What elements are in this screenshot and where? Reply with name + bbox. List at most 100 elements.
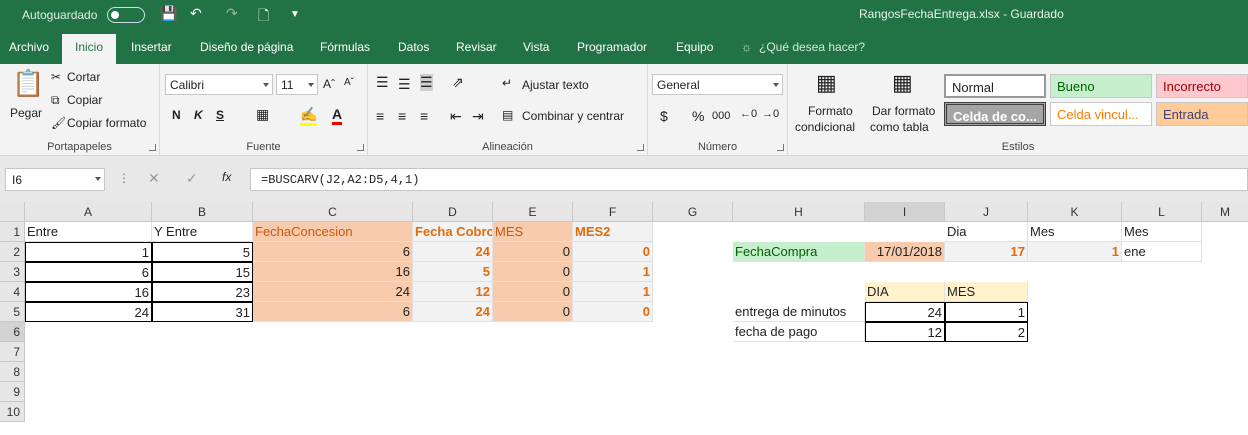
bold-button[interactable]: N xyxy=(172,108,181,122)
cell-b4[interactable]: 23 xyxy=(152,282,253,302)
cell-c5[interactable]: 6 xyxy=(253,302,413,322)
style-check-cell[interactable]: Celda de co... xyxy=(944,102,1046,126)
cell-j6[interactable]: 2 xyxy=(945,322,1028,342)
cell-a3[interactable]: 6 xyxy=(25,262,152,282)
new-file-icon[interactable]: 🗋 xyxy=(258,5,269,29)
increase-indent-icon[interactable]: ⇥ xyxy=(472,108,484,125)
format-painter-icon[interactable]: 🖌 xyxy=(51,116,66,130)
cell-k1[interactable]: Mes xyxy=(1028,222,1122,242)
column-header-i[interactable]: I xyxy=(865,202,945,222)
column-header-a[interactable]: A xyxy=(25,202,152,222)
thousands-button[interactable]: 000 xyxy=(712,110,730,122)
decrease-decimal-icon[interactable]: →0 xyxy=(762,108,779,120)
insert-function-icon[interactable]: fx xyxy=(222,170,231,184)
cell-i5[interactable]: 24 xyxy=(865,302,945,322)
cell-d2[interactable]: 24 xyxy=(413,242,493,262)
percent-button[interactable]: % xyxy=(692,108,704,124)
tab-diseno-pagina[interactable]: Diseño de página xyxy=(200,40,293,54)
merge-icon[interactable]: ▤ xyxy=(502,108,513,122)
cell-e5[interactable]: 0 xyxy=(493,302,573,322)
cell-i4[interactable]: DIA xyxy=(865,282,945,302)
enter-icon[interactable]: ✓ xyxy=(186,170,198,187)
format-as-table-line2[interactable]: como tabla xyxy=(870,120,929,134)
cell-d5[interactable]: 24 xyxy=(413,302,493,322)
cancel-icon[interactable]: ✕ xyxy=(148,170,160,187)
cell-b3[interactable]: 15 xyxy=(152,262,253,282)
paste-button[interactable]: Pegar xyxy=(10,106,42,120)
row-header-2[interactable]: 2 xyxy=(0,242,25,262)
font-launcher-icon[interactable] xyxy=(357,144,364,151)
row-header-7[interactable]: 7 xyxy=(0,342,25,362)
cut-icon[interactable]: ✂ xyxy=(51,70,61,84)
grow-font-icon[interactable]: Aˆ xyxy=(323,77,335,91)
font-color-icon[interactable]: A xyxy=(332,106,343,125)
cell-b2[interactable]: 5 xyxy=(152,242,253,262)
tab-insertar[interactable]: Insertar xyxy=(131,40,172,54)
cell-a2[interactable]: 1 xyxy=(25,242,152,262)
cell-c3[interactable]: 16 xyxy=(253,262,413,282)
cell-d1[interactable]: Fecha Cobro xyxy=(413,222,493,242)
underline-button[interactable]: S xyxy=(216,108,224,122)
tab-equipo[interactable]: Equipo xyxy=(676,40,713,54)
shrink-font-icon[interactable]: Aˇ xyxy=(344,77,354,88)
alignment-launcher-icon[interactable] xyxy=(637,144,644,151)
row-header-5[interactable]: 5 xyxy=(0,302,25,322)
align-left-icon[interactable]: ≡ xyxy=(376,108,384,124)
cut-button[interactable]: Cortar xyxy=(67,70,100,84)
align-middle-icon[interactable]: ☰ xyxy=(398,76,411,93)
more-icon[interactable]: ⋮ xyxy=(118,171,130,185)
save-icon[interactable]: 💾 xyxy=(160,5,177,22)
merge-center-button[interactable]: Combinar y centrar xyxy=(522,109,624,123)
tab-programador[interactable]: Programador xyxy=(577,40,647,54)
fill-color-icon[interactable]: ✍ xyxy=(300,106,318,126)
cell-j5[interactable]: 1 xyxy=(945,302,1028,322)
cell-b5[interactable]: 31 xyxy=(152,302,253,322)
column-header-j[interactable]: J xyxy=(945,202,1028,222)
cell-c4[interactable]: 24 xyxy=(253,282,413,302)
copy-button[interactable]: Copiar xyxy=(67,93,102,107)
align-center-icon[interactable]: ≡ xyxy=(398,108,406,124)
column-header-c[interactable]: C xyxy=(253,202,413,222)
conditional-format-line2[interactable]: condicional xyxy=(795,120,855,134)
decrease-indent-icon[interactable]: ⇤ xyxy=(450,108,462,125)
align-top-icon[interactable]: ☰ xyxy=(376,74,389,91)
style-bad[interactable]: Incorrecto xyxy=(1156,74,1248,98)
cell-e1[interactable]: MES xyxy=(493,222,573,242)
wrap-text-icon[interactable]: ↵ xyxy=(502,76,512,90)
tab-archivo[interactable]: Archivo xyxy=(9,40,49,54)
cell-d4[interactable]: 12 xyxy=(413,282,493,302)
tab-revisar[interactable]: Revisar xyxy=(456,40,497,54)
style-normal[interactable]: Normal xyxy=(944,74,1046,98)
style-good[interactable]: Bueno xyxy=(1050,74,1152,98)
cell-h5[interactable]: entrega de minutos xyxy=(733,302,865,322)
redo-icon[interactable]: ↷ xyxy=(226,5,238,22)
column-header-k[interactable]: K xyxy=(1028,202,1122,222)
row-header-4[interactable]: 4 xyxy=(0,282,25,302)
column-header-l[interactable]: L xyxy=(1122,202,1202,222)
italic-button[interactable]: K xyxy=(194,108,203,122)
clipboard-launcher-icon[interactable] xyxy=(149,144,156,151)
cell-h2[interactable]: FechaCompra xyxy=(733,242,865,262)
copy-icon[interactable]: ⧉ xyxy=(51,93,60,108)
name-box[interactable]: I6 xyxy=(5,168,105,191)
format-as-table-line1[interactable]: Dar formato xyxy=(872,104,935,118)
cell-f2[interactable]: 0 xyxy=(573,242,653,262)
cell-f1[interactable]: MES2 xyxy=(573,222,653,242)
align-right-icon[interactable]: ≡ xyxy=(420,108,428,124)
tab-vista[interactable]: Vista xyxy=(523,40,549,54)
increase-decimal-icon[interactable]: ←0 xyxy=(740,108,757,120)
column-header-b[interactable]: B xyxy=(152,202,253,222)
undo-icon[interactable]: ↶ xyxy=(190,5,202,22)
number-format-select[interactable]: General xyxy=(652,74,783,95)
cell-h6[interactable]: fecha de pago xyxy=(733,322,865,342)
column-header-m[interactable]: M xyxy=(1202,202,1248,222)
conditional-format-line1[interactable]: Formato xyxy=(808,104,853,118)
cell-e4[interactable]: 0 xyxy=(493,282,573,302)
cell-j2[interactable]: 17 xyxy=(945,242,1028,262)
cell-f5[interactable]: 0 xyxy=(573,302,653,322)
cell-i2[interactable]: 17/01/2018 xyxy=(865,242,945,262)
row-header-1[interactable]: 1 xyxy=(0,222,25,242)
row-header-3[interactable]: 3 xyxy=(0,262,25,282)
borders-icon[interactable]: ▦ xyxy=(256,106,269,123)
orientation-icon[interactable]: ⇗ xyxy=(452,74,464,91)
